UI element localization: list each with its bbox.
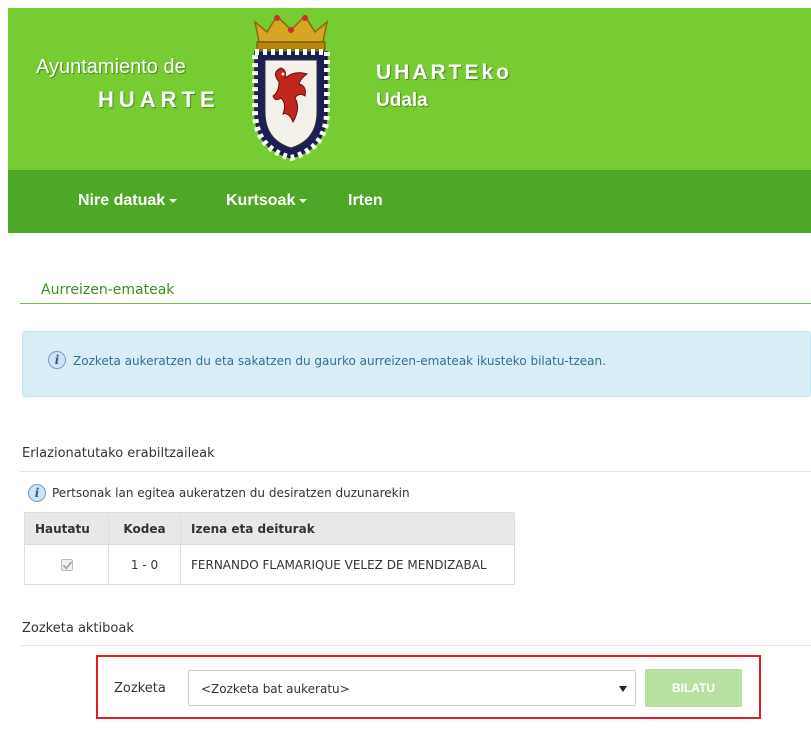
nav-item-nire-datuak[interactable]: Nire datuak bbox=[78, 192, 178, 210]
site-header: Ayuntamiento de HUARTE UHARTEko Udala bbox=[8, 8, 811, 170]
select-cell bbox=[24, 544, 109, 585]
info-icon: i bbox=[48, 351, 66, 369]
column-header-hautatu: Hautatu bbox=[24, 512, 109, 545]
select-user-checkbox[interactable] bbox=[60, 559, 73, 571]
related-users-hint: Pertsonak lan egitea aukeratzen du desir… bbox=[52, 486, 410, 500]
users-table: Hautatu Kodea Izena eta deiturak 1 - 0 F… bbox=[24, 512, 515, 585]
info-alert-text: Zozketa aukeratzen du eta sakatzen du ga… bbox=[73, 354, 606, 368]
active-draws-divider bbox=[20, 645, 811, 646]
column-header-kodea: Kodea bbox=[108, 512, 181, 545]
related-users-heading: Erlazionatutako erabiltzaileak bbox=[22, 446, 215, 461]
brand-basque-line1: UHARTEko bbox=[376, 61, 513, 84]
active-draws-heading: Zozketa aktiboak bbox=[22, 621, 134, 636]
nav-item-label: Kurtsoak bbox=[226, 192, 296, 209]
brand-basque: UHARTEko Udala bbox=[376, 61, 512, 112]
nav-item-irten[interactable]: Irten bbox=[348, 192, 383, 210]
nav-item-label: Irten bbox=[348, 192, 383, 209]
code-cell: 1 - 0 bbox=[108, 544, 181, 585]
column-header-izena: Izena eta deiturak bbox=[180, 512, 515, 545]
info-alert: i Zozketa aukeratzen du eta sakatzen du … bbox=[22, 331, 811, 397]
brand-spanish: Ayuntamiento de HUARTE bbox=[36, 56, 220, 113]
brand-spanish-line2: HUARTE bbox=[98, 87, 220, 112]
page-title: Aurreizen-emateak bbox=[41, 282, 175, 298]
draw-select[interactable]: <Zozketa bat aukeratu> bbox=[188, 670, 636, 706]
brand-spanish-line1: Ayuntamiento de bbox=[36, 56, 186, 78]
info-icon: i bbox=[28, 484, 46, 502]
draw-select-label: Zozketa bbox=[114, 681, 166, 696]
nav-item-kurtsoak[interactable]: Kurtsoak bbox=[226, 192, 308, 210]
name-cell: FERNANDO FLAMARIQUE VELEZ DE MENDIZABAL bbox=[180, 544, 515, 585]
related-users-divider bbox=[20, 471, 811, 472]
main-navbar: Nire datuak Kurtsoak Irten bbox=[8, 170, 811, 233]
table-row: 1 - 0 FERNANDO FLAMARIQUE VELEZ DE MENDI… bbox=[24, 544, 515, 585]
nav-item-label: Nire datuak bbox=[78, 192, 166, 209]
caret-down-icon bbox=[299, 198, 308, 203]
search-button[interactable]: BILATU bbox=[645, 669, 742, 707]
draw-select-value: <Zozketa bat aukeratu> bbox=[201, 682, 350, 696]
caret-down-icon bbox=[169, 198, 178, 203]
coat-of-arms-logo bbox=[252, 14, 330, 162]
dropdown-arrow-icon bbox=[619, 686, 627, 692]
page-title-divider bbox=[20, 303, 811, 304]
table-header-row: Hautatu Kodea Izena eta deiturak bbox=[24, 512, 515, 545]
brand-basque-line2: Udala bbox=[376, 90, 428, 111]
